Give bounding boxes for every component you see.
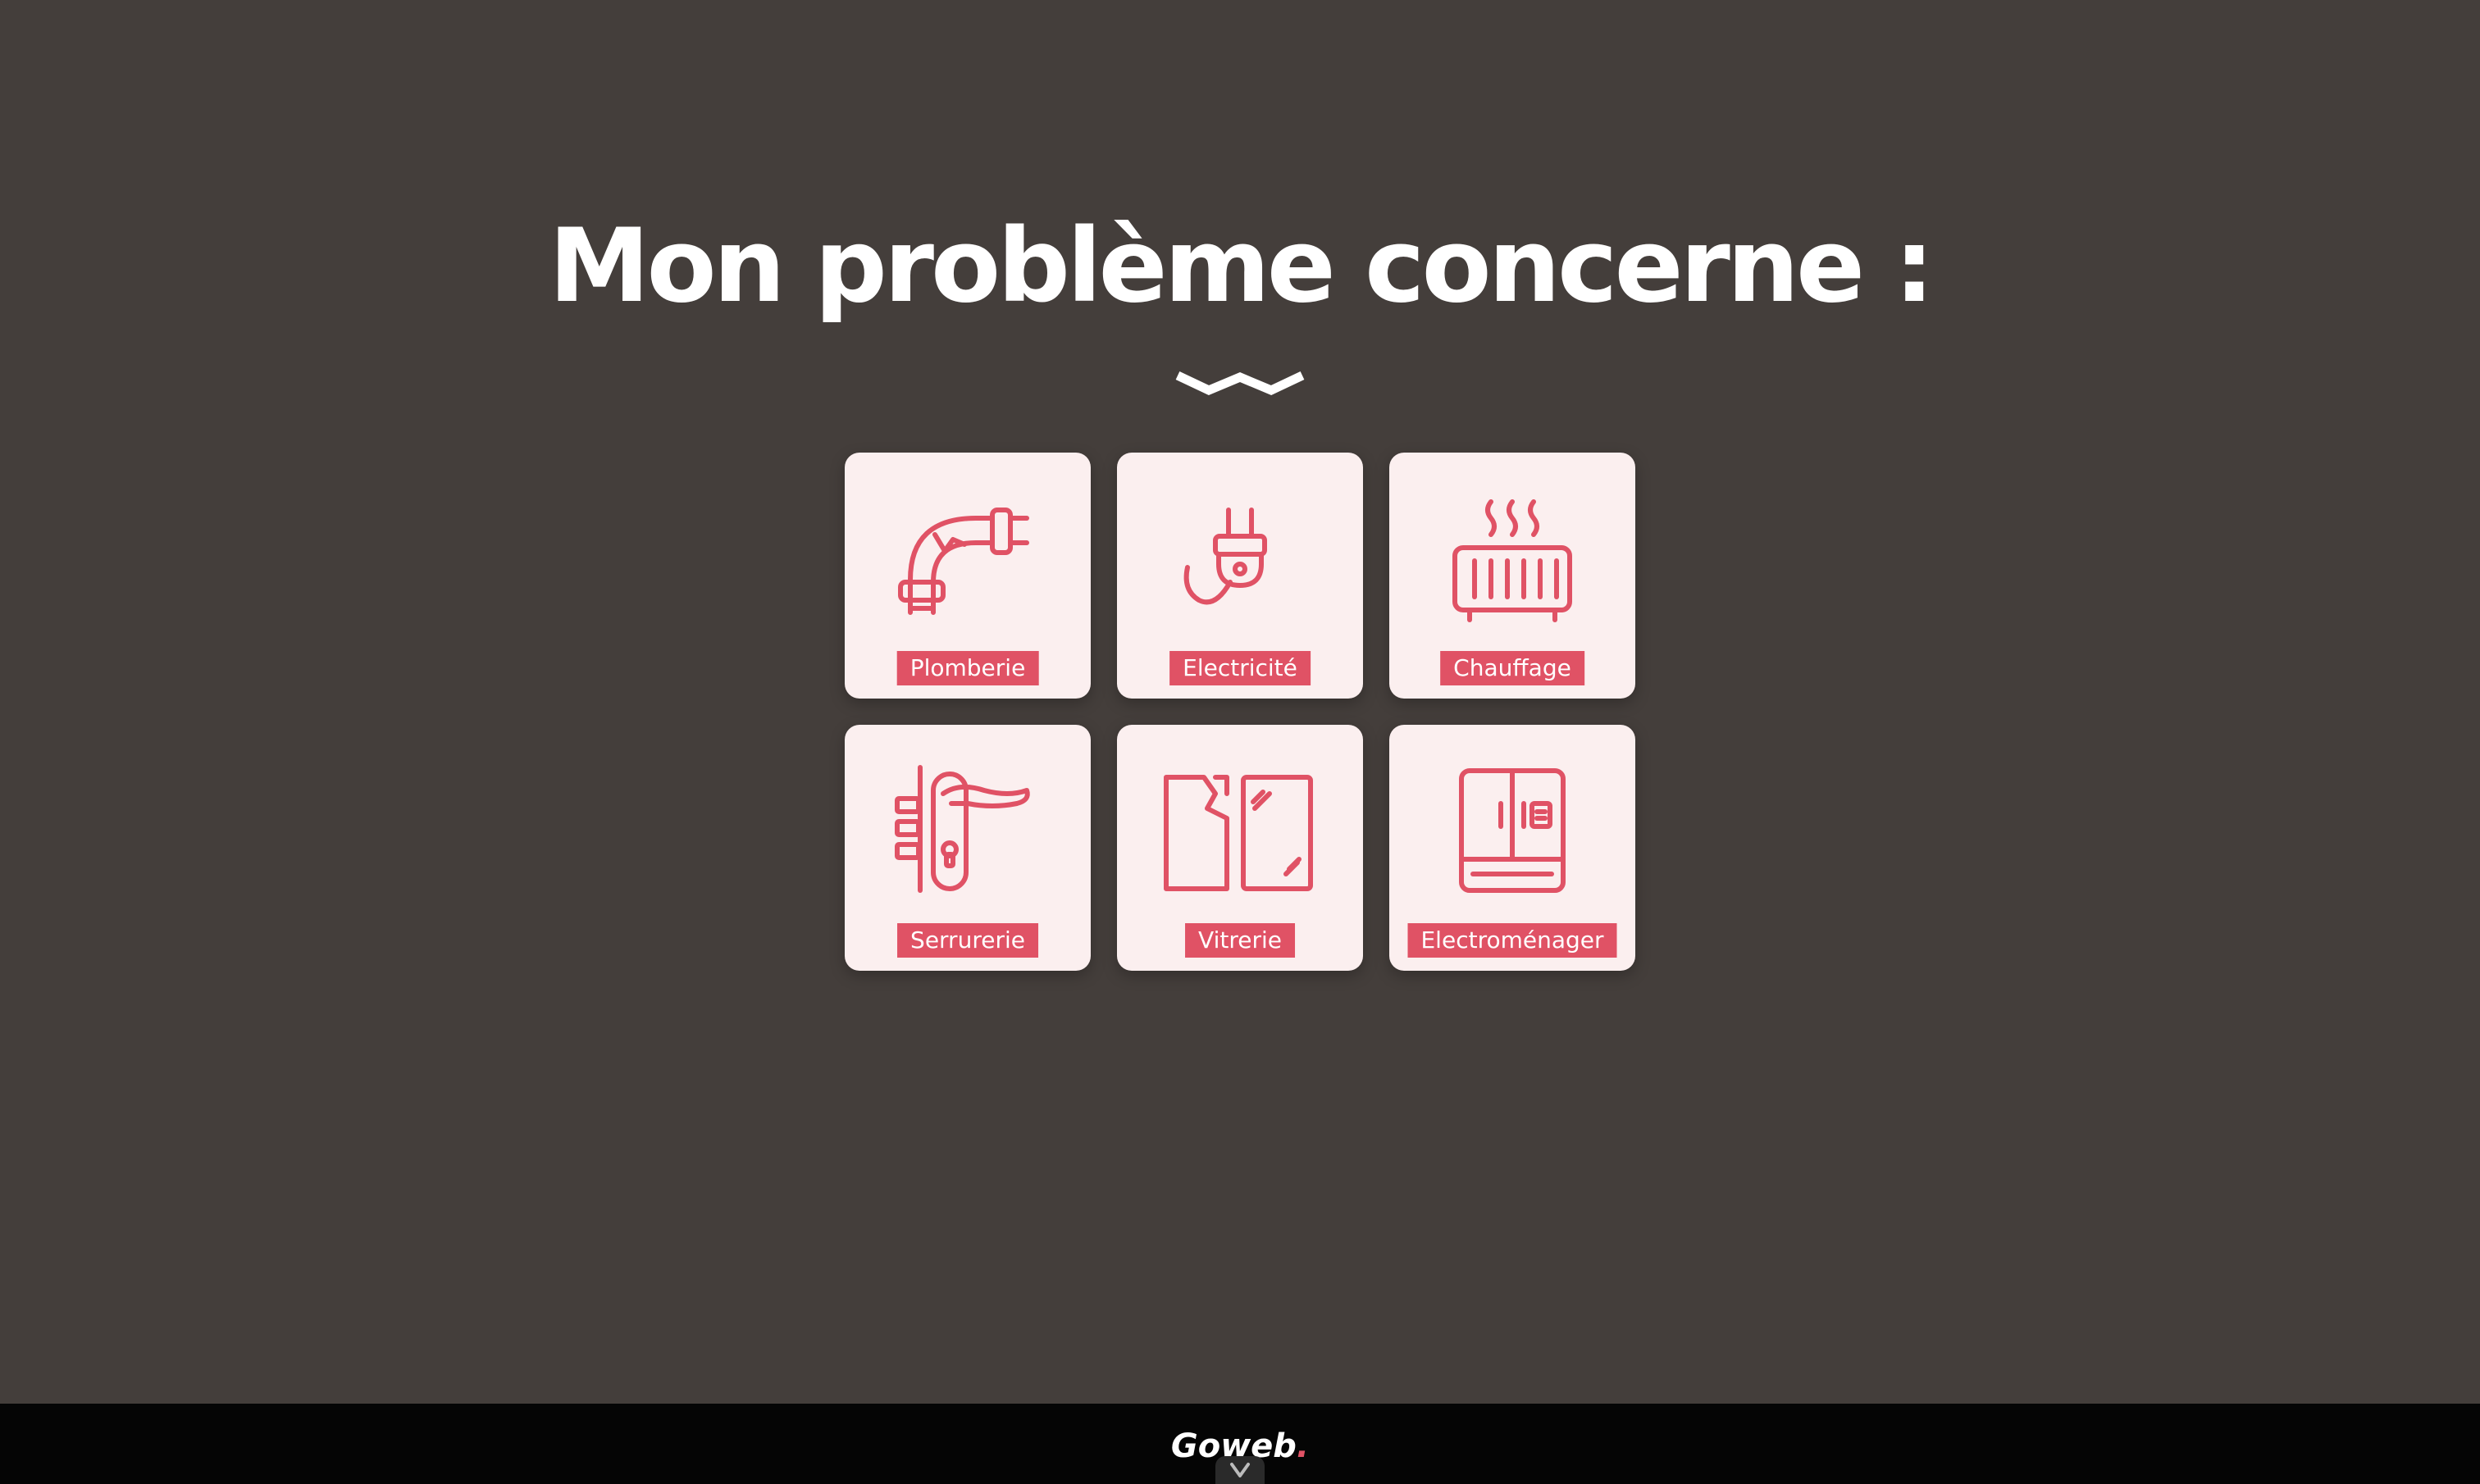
- wave-divider-icon: [1175, 371, 1305, 396]
- broken-window-icon: [1164, 775, 1313, 891]
- page-title: Mon problème concerne :: [549, 207, 1935, 325]
- logo-dot: .: [1296, 1427, 1310, 1465]
- category-grid: Plomberie Electricité Chauffage Serrurer…: [845, 453, 1635, 972]
- fridge-icon: [1459, 768, 1566, 893]
- chevron-down-icon: [1230, 1463, 1250, 1477]
- category-card-chauffage[interactable]: Chauffage: [1389, 453, 1635, 699]
- pipe-icon: [898, 508, 1029, 615]
- category-label: Electroménager: [1407, 923, 1617, 958]
- category-label: Vitrerie: [1185, 923, 1295, 958]
- category-label: Plomberie: [896, 651, 1039, 685]
- category-label: Chauffage: [1440, 651, 1584, 685]
- category-card-electromenager[interactable]: Electroménager: [1389, 725, 1635, 971]
- category-card-serrurerie[interactable]: Serrurerie: [845, 725, 1091, 971]
- plug-icon: [1183, 508, 1267, 605]
- category-card-vitrerie[interactable]: Vitrerie: [1117, 725, 1363, 971]
- scroll-down-button[interactable]: [1215, 1456, 1265, 1484]
- page: Mon problème concerne : Plomberie Electr…: [0, 0, 2480, 1484]
- category-card-electricite[interactable]: Electricité: [1117, 453, 1363, 699]
- radiator-icon: [1452, 499, 1572, 622]
- category-label: Electricité: [1169, 651, 1311, 685]
- category-card-plomberie[interactable]: Plomberie: [845, 453, 1091, 699]
- door-handle-icon: [895, 765, 1030, 893]
- category-label: Serrurerie: [897, 923, 1038, 958]
